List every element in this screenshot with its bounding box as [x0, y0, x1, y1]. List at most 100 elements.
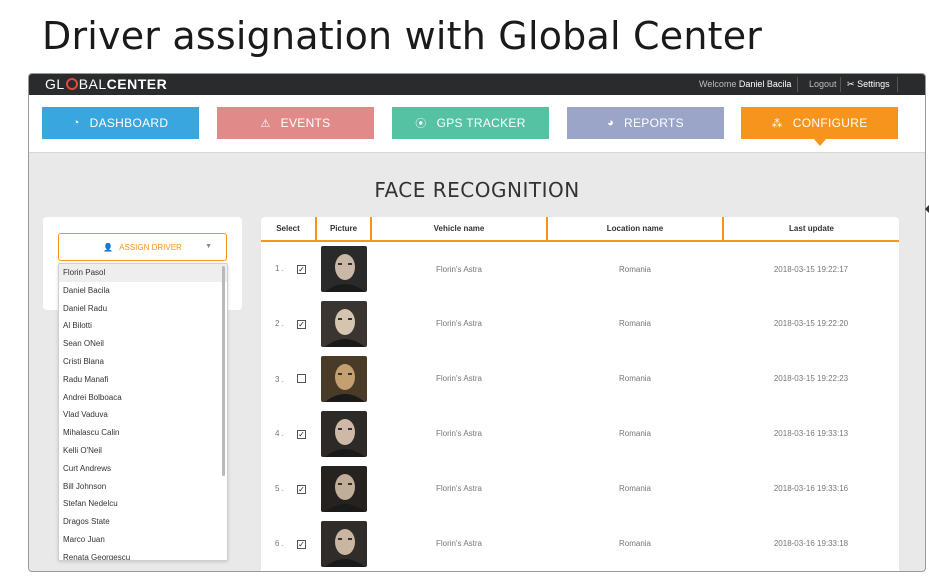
logout-link[interactable]: Logout [809, 79, 837, 89]
warning-icon: ⚠ [260, 117, 271, 130]
picture-cell [316, 241, 371, 296]
col-header-last-update[interactable]: Last update [723, 217, 899, 242]
welcome-text: Welcome Daniel Bacila [699, 79, 791, 89]
driver-option[interactable]: Daniel Bacila [59, 282, 227, 300]
select-cell: 1 . ✓ [261, 241, 316, 296]
col-header-location[interactable]: Location name [547, 217, 724, 242]
row-checkbox[interactable]: ✓ [297, 429, 306, 439]
row-number: 4 . [275, 428, 284, 438]
assign-driver-label: ASSIGN DRIVER [119, 242, 182, 252]
table-row[interactable]: 2 . ✓ Florin's Astra Romania 2018-03-15 19:2… [261, 296, 899, 351]
driver-option[interactable]: Stefan Nedelcu [59, 495, 227, 513]
logo-text-bold: CENTER [106, 76, 168, 92]
location-name-cell: Romania [618, 429, 651, 438]
picture-cell [316, 351, 371, 406]
row-checkbox[interactable]: ✓ [297, 319, 306, 329]
driver-face-photo[interactable] [320, 300, 367, 347]
last-update-cell: 2018-03-16 19:33:16 [773, 484, 849, 493]
nav-events-button[interactable]: ⚠ EVENTS [217, 107, 374, 139]
nav-dashboard-button[interactable]: ◔ DASHBOARD [42, 107, 199, 139]
driver-option[interactable]: Andrei Bolboaca [59, 389, 227, 407]
select-cell: 6 . ✓ [261, 516, 316, 571]
slide-title: Driver assignation with Global Center [42, 14, 763, 58]
main-nav: ◔ DASHBOARD ⚠ EVENTS ⦿ GPS TRACKER ◕ REPORTS… [29, 95, 925, 153]
assign-driver-button[interactable]: 👤 ASSIGN DRIVER ▼ [58, 233, 227, 261]
row-checkbox[interactable]: ✓ [297, 539, 306, 549]
driver-option[interactable]: Daniel Radu [59, 300, 227, 318]
table-header-row: Select Picture Vehicle name Location nam… [261, 217, 899, 242]
driver-option[interactable]: Dragos State [59, 513, 227, 531]
last-update-cell: 2018-03-16 19:33:13 [773, 429, 849, 438]
last-update-cell: 2018-03-15 19:22:23 [773, 374, 849, 383]
divider [840, 77, 841, 92]
settings-label: Settings [857, 79, 890, 89]
location-name-cell: Romania [618, 264, 651, 274]
divider [897, 77, 898, 92]
nav-events-label: EVENTS [280, 116, 331, 130]
nav-configure-button[interactable]: ⁂ CONFIGURE [741, 107, 898, 146]
dropdown-scrollbar[interactable] [222, 266, 225, 476]
table-row[interactable]: 4 . ✓ Florin's Astra Romania 2018-03-16 19:3… [261, 406, 899, 461]
select-cell: 2 . ✓ [261, 296, 316, 351]
nav-reports-label: REPORTS [624, 116, 684, 130]
driver-face-photo[interactable] [320, 355, 367, 402]
select-cell: 5 . ✓ [261, 461, 316, 516]
last-update-cell: 2018-03-15 19:22:17 [773, 264, 849, 274]
table-row[interactable]: 5 . ✓ Florin's Astra Romania 2018-03-16 19:3… [261, 461, 899, 516]
vehicle-name-cell: Florin's Astra [436, 484, 482, 493]
location-name-cell: Romania [618, 374, 651, 383]
col-header-vehicle[interactable]: Vehicle name [371, 217, 548, 242]
driver-face-photo[interactable] [320, 410, 367, 457]
table-row[interactable]: 3 . Florin's Astra Romania 2018-03-15 19:22… [261, 351, 899, 406]
driver-option[interactable]: Cristi Blana [59, 353, 227, 371]
row-number: 3 . [275, 374, 284, 384]
nav-gps-tracker-button[interactable]: ⦿ GPS TRACKER [392, 107, 549, 139]
table-row[interactable]: 1 . ✓ Florin's Astra Romania 2018-03-15 19:2… [261, 241, 899, 296]
picture-cell [316, 296, 371, 351]
driver-option[interactable]: Florin Pasol [59, 264, 227, 282]
logo-text-start: GL [45, 76, 65, 92]
driver-face-photo[interactable] [320, 465, 367, 512]
last-update-cell: 2018-03-15 19:22:20 [773, 319, 849, 328]
row-number: 6 . [275, 538, 284, 548]
last-update-cell: 2018-03-16 19:33:18 [773, 539, 849, 548]
driver-option[interactable]: Curt Andrews [59, 460, 227, 478]
logo-text-mid: BAL [78, 76, 107, 92]
table-body: 1 . ✓ Florin's Astra Romania 2018-03-15 19:2… [261, 241, 899, 571]
driver-dropdown: Florin Pasol Daniel Bacila Daniel Radu Al B… [58, 263, 228, 561]
table-row[interactable]: 6 . ✓ Florin's Astra Romania 2018-03-16 19:3… [261, 516, 899, 571]
driver-option[interactable]: Al Bilotti [59, 317, 227, 335]
vehicle-name-cell: Florin's Astra [436, 539, 482, 548]
col-header-select[interactable]: Select [261, 217, 317, 242]
logo-ring-icon [65, 78, 78, 90]
settings-link[interactable]: ✂ Settings [847, 79, 890, 90]
user-add-icon: 👤 [103, 242, 114, 252]
driver-option[interactable]: Mihalascu Calin [59, 424, 227, 442]
row-checkbox[interactable]: ✓ [297, 484, 306, 494]
vehicle-name-cell: Florin's Astra [436, 319, 482, 328]
global-center-logo[interactable]: GL BALCENTER [45, 76, 167, 92]
driver-face-photo[interactable] [320, 520, 367, 567]
nav-reports-button[interactable]: ◕ REPORTS [567, 107, 724, 139]
row-checkbox[interactable] [297, 373, 306, 383]
map-pin-icon: ⦿ [415, 118, 427, 130]
driver-option[interactable]: Sean ONeil [59, 335, 227, 353]
vehicle-name-cell: Florin's Astra [436, 429, 482, 438]
top-bar: GL BALCENTER Welcome Daniel Bacila Logout… [29, 74, 925, 95]
caret-down-icon: ▼ [205, 243, 212, 250]
row-checkbox[interactable]: ✓ [297, 265, 306, 274]
driver-option[interactable]: Marco Juan [59, 531, 227, 549]
driver-option[interactable]: Radu Manafi [59, 371, 227, 389]
nav-dashboard-label: DASHBOARD [89, 116, 169, 130]
driver-option[interactable]: Renata Georgescu [59, 549, 227, 560]
select-cell: 3 . [261, 351, 316, 406]
face-recognition-table-panel: Select Picture Vehicle name Location nam… [261, 217, 899, 571]
driver-option[interactable]: Vlad Vaduva [59, 406, 227, 424]
col-header-picture[interactable]: Picture [316, 217, 372, 242]
driver-option[interactable]: Bill Johnson [59, 478, 227, 496]
picture-cell [316, 516, 371, 571]
driver-option[interactable]: Kelli O'Neil [59, 442, 227, 460]
select-cell: 4 . ✓ [261, 406, 316, 461]
driver-face-photo[interactable] [320, 246, 367, 292]
tools-icon: ✂ [847, 79, 855, 89]
